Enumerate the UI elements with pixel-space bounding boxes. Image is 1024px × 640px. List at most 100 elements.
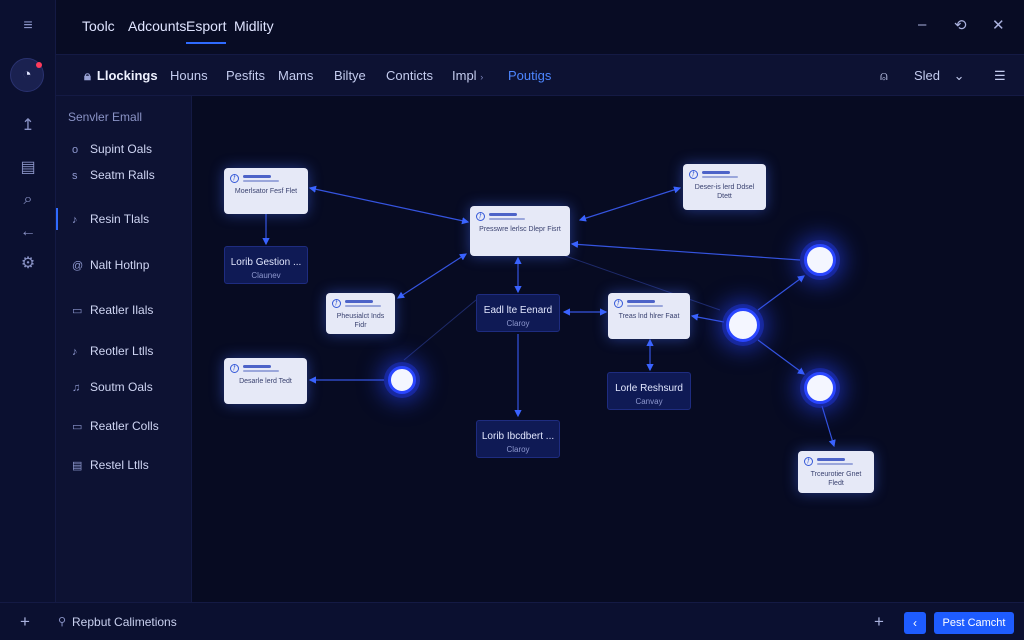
node-icon: ƒ <box>804 456 813 466</box>
graph-card[interactable]: ƒ Moerlsator Fesf Flet <box>224 168 308 214</box>
card-text: Presswre lerlsc Dlepr Fisrt <box>479 226 561 233</box>
node-icon: ƒ <box>230 173 239 183</box>
user-label: Sled <box>914 68 941 83</box>
item-icon: ♪ <box>72 214 78 226</box>
graph-card[interactable]: ƒ Desarle lerd Tedt <box>224 358 307 404</box>
user-dropdown[interactable]: Sled ⌄ <box>914 68 965 84</box>
top-menu-bar: Toolc Adcounts Esport Midlity – ⟲ ✕ <box>56 0 1024 54</box>
item-icon: ▤ <box>72 460 83 472</box>
tab-billing[interactable]: Biltye <box>334 68 366 83</box>
icon-rail: ≡ ◔ ↥ ▤ ⌕ ← ⚙ <box>0 0 56 640</box>
item-label: Soutm Oals <box>90 380 153 394</box>
item-icon: o <box>72 144 79 156</box>
search-icon[interactable]: ⌕ <box>0 190 56 210</box>
refresh-icon[interactable]: ⟲ <box>954 16 967 34</box>
item-label: Nalt Hotlnp <box>90 258 150 272</box>
minimize-icon[interactable]: – <box>918 16 926 33</box>
item-icon: ▭ <box>72 305 83 317</box>
tab-bar: 🔒︎ Llockings Houns Pesfits Mams Biltye Co… <box>56 54 1024 98</box>
item-label: Reotler Ltlls <box>90 344 154 358</box>
node-icon: ƒ <box>689 169 698 179</box>
graph-card[interactable]: ƒ Presswre lerlsc Dlepr Fisrt <box>470 206 570 256</box>
hamburger-menu-icon[interactable]: ≡ <box>0 16 56 36</box>
graph-canvas[interactable] <box>192 96 1024 602</box>
node-title: Lorle Reshsurd <box>615 383 683 394</box>
list-item[interactable]: o Supint Oals <box>72 142 152 156</box>
tab-mams[interactable]: Mams <box>278 68 313 83</box>
user-icon[interactable]: ⍝ <box>880 68 888 84</box>
menu-item-accounts[interactable]: Adcounts <box>128 18 186 34</box>
glow-node[interactable] <box>804 244 836 276</box>
item-icon: s <box>72 170 78 182</box>
list-item[interactable]: s Seatm Ralls <box>72 168 155 182</box>
list-item[interactable]: ▭ Reatler Ilals <box>72 303 153 317</box>
notification-dot <box>36 62 42 68</box>
card-text: Moerlsator Fesf Flet <box>234 188 298 195</box>
lock-icon: 🔒︎ <box>84 68 91 83</box>
add-icon[interactable]: + <box>874 612 884 632</box>
tab-label: Impl <box>452 68 477 83</box>
chevron-down-icon: › <box>480 72 484 82</box>
item-label: Resin Tlals <box>90 212 150 226</box>
avatar[interactable]: ◔ <box>10 58 44 92</box>
left-panel: Senvler Emall o Supint Oals s Seatm Ralls … <box>55 96 192 602</box>
node-subtitle: Canvay <box>635 397 663 406</box>
status-text: Repbut Calimetions <box>72 615 177 629</box>
node-title: Eadl lte Eenard <box>483 305 553 316</box>
glow-node[interactable] <box>804 372 836 404</box>
node-subtitle: Claroy <box>506 445 530 454</box>
add-icon[interactable]: + <box>20 612 30 632</box>
list-item[interactable]: ♪ Resin Tlals <box>55 208 150 230</box>
node-icon: ƒ <box>332 298 341 308</box>
graph-card[interactable]: ƒ Deser-is lerd Ddsel Dtett <box>683 164 766 210</box>
list-view-icon[interactable]: ☰ <box>994 68 1006 84</box>
graph-node[interactable]: Lorib Ibcdbert ... Claroy <box>476 420 560 458</box>
list-item[interactable]: ♫ Soutm Oals <box>72 380 153 394</box>
node-icon: ƒ <box>614 298 623 308</box>
item-label: Seatm Ralls <box>90 168 155 182</box>
card-text: Treas lnd hlrer Faat <box>618 313 680 320</box>
node-subtitle: Claunev <box>251 271 281 280</box>
chevron-down-icon: ⌄ <box>953 68 965 83</box>
graph-card[interactable]: ƒ Pheusialct Inds Fidr <box>326 293 395 334</box>
settings-icon[interactable]: ⚙ <box>0 254 56 274</box>
tab-impl[interactable]: Impl › <box>452 68 483 83</box>
back-button[interactable]: ‹ <box>904 612 926 634</box>
tab-postings[interactable]: Poutigs <box>508 68 552 98</box>
menu-item-mobility[interactable]: Midlity <box>234 18 274 34</box>
graph-card[interactable]: ƒ Treas lnd hlrer Faat <box>608 293 690 339</box>
tab-label: Llockings <box>96 68 158 83</box>
card-text: Pheusialct Inds Fidr <box>336 313 385 329</box>
item-label: Reatler Colls <box>90 419 159 433</box>
node-title: Lorib Gestion ... <box>230 257 302 268</box>
glow-node[interactable] <box>726 308 760 342</box>
graph-node[interactable]: Lorle Reshsurd Canvay <box>607 372 691 410</box>
item-icon: @ <box>72 260 84 272</box>
graph-node[interactable]: Eadl lte Eenard Claroy <box>476 294 560 332</box>
panel-title: Senvler Emall <box>68 110 143 124</box>
tab-hours[interactable]: Houns <box>170 68 208 83</box>
tab-contacts[interactable]: Conticts <box>386 68 433 83</box>
back-arrow-icon[interactable]: ← <box>0 222 56 242</box>
pin-icon: ⚲ <box>58 616 67 628</box>
card-text: Desarle lerd Tedt <box>239 378 292 385</box>
tab-lockings[interactable]: 🔒︎ Llockings <box>84 68 158 84</box>
graph-node[interactable]: Lorib Gestion ... Claunev <box>224 246 308 284</box>
list-item[interactable]: @ Nalt Hotlnp <box>72 258 149 272</box>
close-icon[interactable]: ✕ <box>992 16 1005 34</box>
tab-profits[interactable]: Pesfits <box>226 68 265 83</box>
primary-button[interactable]: Pest Camcht <box>934 612 1014 634</box>
document-icon[interactable]: ▤ <box>0 158 56 178</box>
list-item[interactable]: ♪ Reotler Ltlls <box>72 344 153 358</box>
card-text: Trceurotier Gnet Fledt <box>810 471 862 487</box>
list-item[interactable]: ▤ Restel Ltlls <box>72 458 149 472</box>
list-item[interactable]: ▭ Reatler Colls <box>72 419 159 433</box>
menu-item-tools[interactable]: Toolc <box>82 18 115 34</box>
item-label: Reatler Ilals <box>90 303 154 317</box>
upload-icon[interactable]: ↥ <box>0 116 56 136</box>
menu-item-export[interactable]: Esport <box>186 18 227 44</box>
node-icon: ƒ <box>230 363 239 373</box>
glow-node[interactable] <box>388 366 416 394</box>
item-label: Restel Ltlls <box>90 458 149 472</box>
graph-card[interactable]: ƒ Trceurotier Gnet Fledt <box>798 451 874 493</box>
